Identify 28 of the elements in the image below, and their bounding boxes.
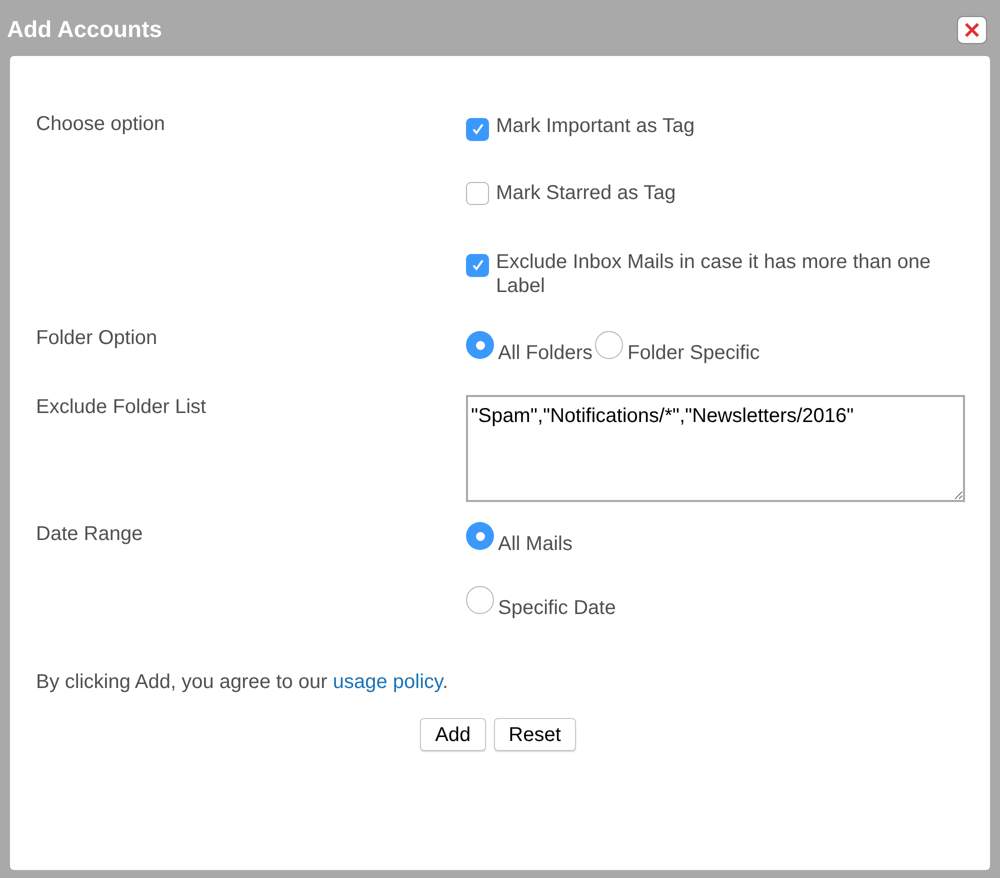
radio-label: Folder Specific bbox=[627, 341, 760, 365]
dialog-button[interactable]: Add bbox=[420, 718, 486, 751]
checkmark-icon bbox=[470, 258, 484, 272]
radio-button[interactable] bbox=[466, 586, 494, 614]
radio-label: Specific Date bbox=[498, 596, 616, 620]
radio-button[interactable] bbox=[466, 331, 494, 359]
checkbox-label: Exclude Inbox Mails in case it has more than one Label bbox=[496, 250, 932, 298]
checkbox-label: Mark Starred as Tag bbox=[496, 181, 676, 205]
radio-button[interactable] bbox=[466, 522, 494, 550]
radio-label: All Folders bbox=[498, 341, 592, 365]
checkmark-icon bbox=[470, 122, 484, 136]
folder-list-field[interactable]: "Spam","Notifications/*","Newsletters/2016" bbox=[466, 395, 965, 502]
field-label: Exclude Folder List bbox=[36, 395, 208, 420]
radio-label: All Mails bbox=[498, 532, 572, 556]
field-label: Folder Option bbox=[36, 326, 158, 351]
field-label: Choose option bbox=[36, 112, 166, 137]
close-icon bbox=[964, 22, 980, 38]
field-label: Date Range bbox=[36, 522, 144, 547]
checkbox[interactable] bbox=[466, 182, 489, 205]
close-button[interactable] bbox=[957, 16, 987, 44]
dialog-button[interactable]: Reset bbox=[494, 718, 576, 751]
checkbox[interactable] bbox=[466, 254, 489, 276]
checkbox-label: Mark Important as Tag bbox=[496, 114, 695, 138]
checkbox[interactable] bbox=[466, 118, 489, 140]
radio-button[interactable] bbox=[595, 331, 624, 359]
agreement-text: By clicking Add, you agree to our usage policy. bbox=[36, 670, 450, 694]
window-title: Add Accounts bbox=[7, 15, 162, 44]
usage-policy-link[interactable]: usage policy bbox=[332, 671, 443, 693]
